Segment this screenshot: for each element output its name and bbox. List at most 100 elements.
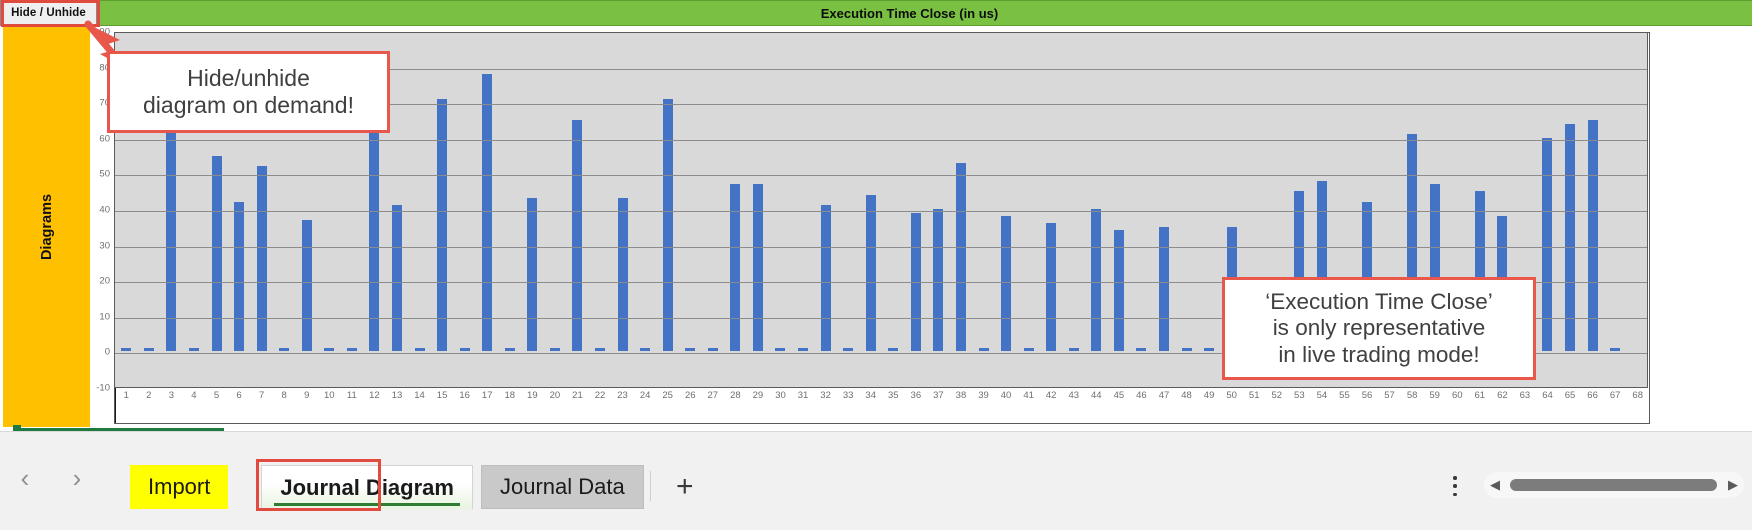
x-axis-tick: 58 [1406,390,1418,401]
kebab-dot [1453,492,1457,496]
x-axis-tick: 35 [887,390,899,401]
bar [459,347,470,352]
bar [1046,223,1057,352]
x-axis-tick: 12 [369,390,380,401]
x-axis-tick: 15 [436,390,448,401]
diagrams-sidebar-label: Diagrams [38,193,55,261]
scrollbar-thumb[interactable] [1510,479,1718,491]
x-axis-tick: 60 [1451,390,1463,401]
bar [504,347,515,352]
x-axis-tick: 56 [1361,390,1373,401]
bar [865,194,876,352]
bar [166,120,177,352]
bar [143,347,154,352]
x-axis-tick: 52 [1271,390,1283,401]
bar [279,347,290,352]
x-axis-tick: 14 [414,390,425,401]
bar [1181,347,1192,352]
x-axis-tick: 47 [1158,390,1170,401]
sheet-tab-journal-diagram[interactable]: Journal Diagram [261,465,473,509]
kebab-dot [1453,476,1457,480]
x-axis-tick: 67 [1609,390,1621,401]
x-axis-tick: 33 [842,390,854,401]
scroll-left-icon[interactable]: ◀ [1484,477,1506,493]
top-bar: Hide / Unhide Execution Time Close (in u… [0,0,1752,26]
x-axis-tick: 54 [1316,390,1328,401]
horizontal-scrollbar[interactable]: ◀ ▶ [1484,472,1744,498]
x-axis-tick: 53 [1294,390,1305,401]
execution-time-callout-line2: is only representative [1272,315,1486,341]
scroll-right-icon[interactable]: ▶ [1722,477,1744,493]
y-axis-tick: -10 [96,382,110,394]
x-axis-tick: 30 [775,390,786,401]
y-axis-tick: 50 [99,168,110,180]
bar [617,198,628,352]
bar [572,120,583,352]
x-axis-tick: 20 [549,390,561,401]
execution-time-callout: ‘Execution Time Close’ is only represent… [1222,277,1536,380]
x-axis-tick: 6 [236,390,242,401]
bar [640,347,651,352]
sheet-tab-journal-diagram-label: Journal Diagram [280,474,454,500]
x-axis-tick: 27 [707,390,719,401]
bar [234,201,245,352]
kebab-dot [1453,484,1457,488]
sheet-tab-import-label: Import [148,474,211,499]
x-axis-tick: 40 [1000,390,1012,401]
hide-unhide-callout-line1: Hide/unhide [187,64,310,91]
x-axis-tick: 61 [1474,390,1486,401]
page-title: Execution Time Close (in us) [820,5,999,21]
bar [1610,347,1621,352]
x-axis-tick: 3 [168,390,175,401]
bar [662,98,673,352]
previous-sheet-icon[interactable]: ‹ [6,459,44,497]
x-axis-tick: 10 [324,390,335,401]
x-axis-tick: 18 [504,390,516,401]
bar [346,347,357,352]
x-axis-tick: 68 [1632,390,1644,401]
sheet-tab-journal-data[interactable]: Journal Data [480,465,644,509]
diagrams-sidebar[interactable]: Diagrams [3,27,90,433]
bar [730,184,741,352]
x-axis-tick: 64 [1542,390,1553,401]
bar [955,162,966,352]
sheet-tab-journal-data-label: Journal Data [499,474,625,499]
y-axis-tick: 0 [104,346,110,358]
bar [1587,120,1598,352]
x-axis-tick: 2 [146,390,152,401]
more-options-icon[interactable] [1448,476,1462,496]
bar [188,347,199,352]
x-axis-tick: 32 [820,390,831,401]
x-axis-labels: 1 2 3 4 5 6 7 8 9 10 11 12 13 14 15 16 17 18 19 20 21 22 23 24 2… [115,390,1649,410]
y-axis-tick: 30 [99,240,110,252]
x-axis-tick: 13 [391,390,403,401]
x-axis-tick: 7 [258,390,265,401]
sheet-tab-bar: ‹ › Import Journal Diagram Journal Data … [0,431,1752,530]
hide-unhide-button[interactable]: Hide / Unhide [0,0,97,26]
x-axis-tick: 38 [955,390,967,401]
x-axis-tick: 22 [594,390,606,401]
sheet-nav-arrows: ‹ › [6,456,106,500]
x-axis-tick: 29 [752,390,764,401]
add-sheet-button[interactable]: + [657,465,713,509]
x-axis-tick: 28 [730,390,741,401]
grid-line [115,211,1647,212]
x-axis-tick: 62 [1497,390,1508,401]
x-axis-tick: 36 [910,390,922,401]
next-sheet-icon[interactable]: › [58,459,96,497]
bar [1158,226,1169,352]
x-axis-tick: 43 [1068,390,1080,401]
hide-unhide-callout-line2: diagram on demand! [143,92,354,118]
grid-line [115,246,1647,248]
bar [820,205,831,352]
sheet-tab-import[interactable]: Import [130,465,229,509]
scrollbar-track[interactable] [1506,479,1722,491]
chart-title-band: Execution Time Close (in us) [97,0,1752,26]
x-axis-tick: 31 [797,390,809,401]
bar [1001,216,1012,352]
x-axis-tick: 17 [481,390,493,401]
bar [324,347,335,352]
bar [933,209,944,352]
bar [798,347,809,352]
x-axis-tick: 65 [1564,390,1576,401]
